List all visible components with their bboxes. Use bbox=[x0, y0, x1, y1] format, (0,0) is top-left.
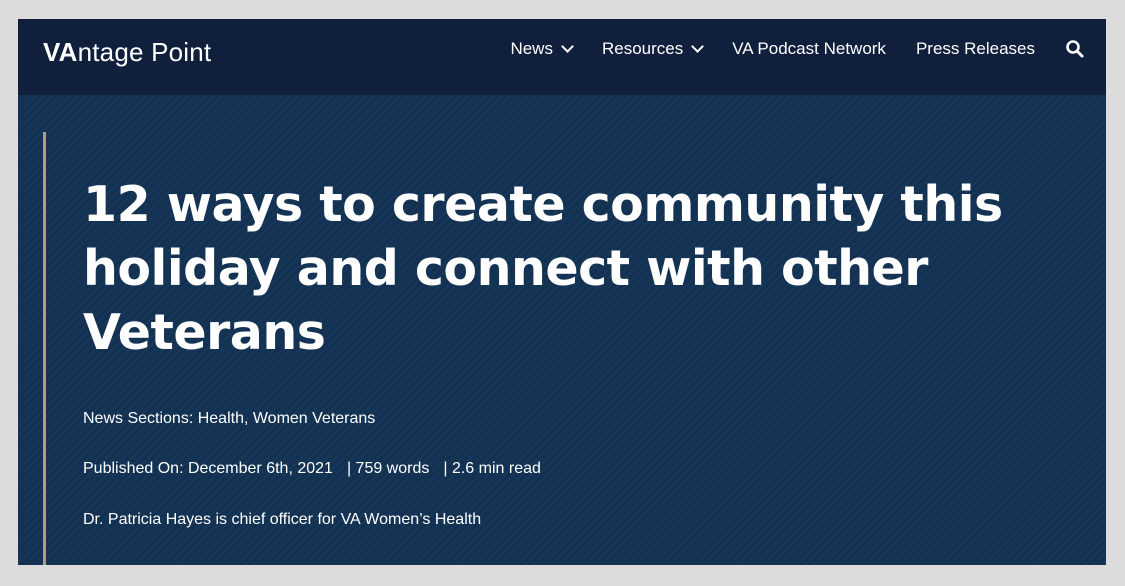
nav-item-label: Resources bbox=[601, 39, 684, 58]
search-button[interactable] bbox=[1065, 39, 1085, 59]
publish-info: Published On: December 6th, 2021 | 759 wo… bbox=[83, 459, 541, 479]
article-title: 12 ways to create community this holiday… bbox=[83, 176, 1003, 361]
nav-item-label: Press Releases bbox=[915, 39, 1035, 58]
nav-item-label: VA Podcast Network bbox=[732, 39, 886, 58]
article-byline: Dr. Patricia Hayes is chief officer for … bbox=[83, 511, 482, 528]
nav-item-resources[interactable]: Resources bbox=[601, 39, 705, 59]
main-nav: News Resources VA Podcast Network Press … bbox=[510, 19, 1106, 79]
nav-item-press-releases[interactable]: Press Releases bbox=[916, 39, 1035, 59]
nav-item-va-podcast-network[interactable]: VA Podcast Network bbox=[732, 39, 886, 59]
word-count: | 759 words bbox=[346, 460, 430, 477]
site-header: VAntage Point News Resources VA Podcast … bbox=[18, 19, 1106, 95]
nav-item-news[interactable]: News bbox=[510, 39, 574, 59]
article-hero: 12 ways to create community this holiday… bbox=[18, 95, 1106, 565]
search-icon bbox=[1066, 40, 1084, 58]
logo-rest: ntage Point bbox=[77, 37, 212, 67]
site-logo[interactable]: VAntage Point bbox=[43, 35, 211, 69]
accent-bar bbox=[43, 132, 46, 565]
read-time: | 2.6 min read bbox=[443, 460, 541, 477]
news-sections: News Sections: Health, Women Veterans bbox=[83, 410, 376, 427]
nav-item-label: News bbox=[510, 39, 553, 58]
browser-viewport: VAntage Point News Resources VA Podcast … bbox=[18, 19, 1106, 565]
chevron-down-icon bbox=[691, 40, 705, 53]
logo-va: VA bbox=[43, 37, 78, 67]
published-date: Published On: December 6th, 2021 bbox=[83, 460, 333, 477]
chevron-down-icon bbox=[561, 40, 574, 53]
